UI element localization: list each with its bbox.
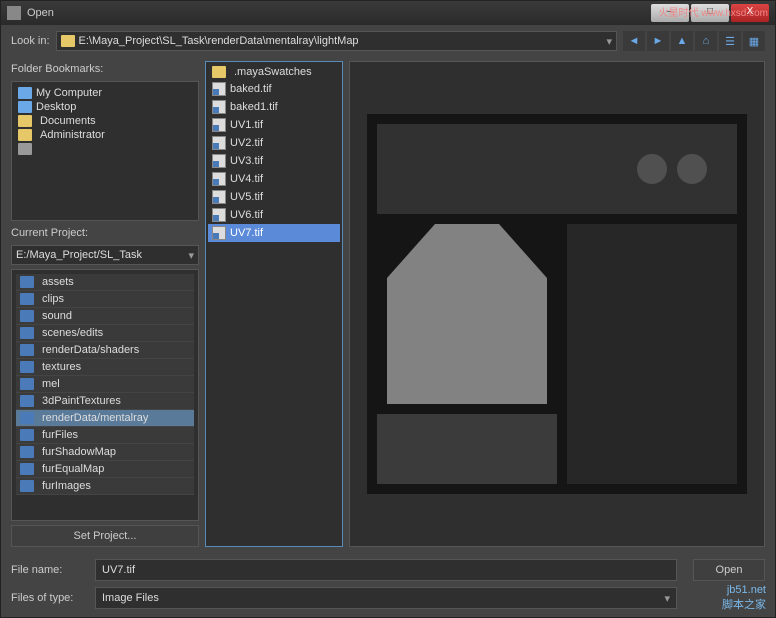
image-preview <box>367 114 747 494</box>
nav-up-button[interactable]: ▲ <box>671 31 693 51</box>
files-of-type-label: Files of type: <box>11 592 87 604</box>
view-list-button[interactable]: ☰ <box>719 31 741 51</box>
bookmark-administrator[interactable]: Administrator <box>16 128 194 142</box>
tif-icon <box>212 118 226 132</box>
watermark-bottom: jb51.net 脚本之家 <box>722 584 766 612</box>
chevron-down-icon[interactable]: ▾ <box>606 35 612 48</box>
tif-icon <box>212 136 226 150</box>
bookmark-empty[interactable] <box>16 142 194 156</box>
folder-icon <box>212 66 226 78</box>
tif-icon <box>212 208 226 222</box>
folder-icon <box>18 129 32 141</box>
tif-icon <box>212 154 226 168</box>
folder-icon <box>20 344 34 356</box>
folder-icon <box>20 463 34 475</box>
file-name-input[interactable] <box>95 559 677 581</box>
file-item[interactable]: baked.tif <box>208 80 340 98</box>
file-item[interactable]: UV1.tif <box>208 116 340 134</box>
chevron-down-icon: ▾ <box>664 592 670 605</box>
folder-icon <box>20 395 34 407</box>
chevron-down-icon[interactable]: ▾ <box>188 249 194 262</box>
desktop-icon <box>18 101 32 113</box>
bookmark-documents[interactable]: Documents <box>16 114 194 128</box>
tif-icon <box>212 190 226 204</box>
watermark-top: 火星时代 www.hxsd.com <box>659 4 768 19</box>
project-item[interactable]: scenes/edits <box>16 325 194 342</box>
project-item[interactable]: mel <box>16 376 194 393</box>
project-item[interactable]: textures <box>16 359 194 376</box>
open-button[interactable]: Open <box>693 559 765 581</box>
folder-icon <box>61 35 75 47</box>
nav-back-button[interactable]: ◄ <box>623 31 645 51</box>
folder-icon <box>18 143 32 155</box>
project-item[interactable]: furEqualMap <box>16 461 194 478</box>
file-list[interactable]: .mayaSwatchesbaked.tifbaked1.tifUV1.tifU… <box>205 61 343 547</box>
folder-icon <box>20 412 34 424</box>
folder-icon <box>20 327 34 339</box>
folder-icon <box>20 378 34 390</box>
set-project-button[interactable]: Set Project... <box>11 525 199 547</box>
preview-panel <box>349 61 765 547</box>
tif-icon <box>212 100 226 114</box>
folder-icon <box>20 480 34 492</box>
file-item[interactable]: UV2.tif <box>208 134 340 152</box>
tif-icon <box>212 226 226 240</box>
folder-icon <box>20 429 34 441</box>
file-item[interactable]: UV7.tif <box>208 224 340 242</box>
project-item[interactable]: 3dPaintTextures <box>16 393 194 410</box>
file-item[interactable]: .mayaSwatches <box>208 64 340 80</box>
bookmark-my-computer[interactable]: My Computer <box>16 86 194 100</box>
open-dialog: Open – □ X Look in: E:\Maya_Project\SL_T… <box>0 0 776 618</box>
bookmarks-label: Folder Bookmarks: <box>11 61 199 77</box>
file-item[interactable]: UV5.tif <box>208 188 340 206</box>
folder-icon <box>18 115 32 127</box>
lookin-label: Look in: <box>11 35 50 47</box>
file-item[interactable]: UV4.tif <box>208 170 340 188</box>
file-item[interactable]: baked1.tif <box>208 98 340 116</box>
project-item[interactable]: furShadowMap <box>16 444 194 461</box>
lookin-path-field[interactable]: E:\Maya_Project\SL_Task\renderData\menta… <box>56 31 617 51</box>
window-title: Open <box>27 7 54 19</box>
tif-icon <box>212 172 226 186</box>
nav-home-button[interactable]: ⌂ <box>695 31 717 51</box>
folder-icon <box>20 446 34 458</box>
file-name-label: File name: <box>11 564 87 576</box>
computer-icon <box>18 87 32 99</box>
file-item[interactable]: UV3.tif <box>208 152 340 170</box>
bookmark-desktop[interactable]: Desktop <box>16 100 194 114</box>
folder-icon <box>20 361 34 373</box>
nav-forward-button[interactable]: ► <box>647 31 669 51</box>
folder-icon <box>20 310 34 322</box>
lookin-path: E:\Maya_Project\SL_Task\renderData\menta… <box>79 35 359 47</box>
file-item[interactable]: UV6.tif <box>208 206 340 224</box>
files-of-type-select[interactable]: Image Files ▾ <box>95 587 677 609</box>
project-item[interactable]: furImages <box>16 478 194 495</box>
current-project-label: Current Project: <box>11 225 199 241</box>
project-item[interactable]: clips <box>16 291 194 308</box>
folder-icon <box>20 293 34 305</box>
project-item[interactable]: assets <box>16 274 194 291</box>
project-item[interactable]: furFiles <box>16 427 194 444</box>
tif-icon <box>212 82 226 96</box>
project-item[interactable]: sound <box>16 308 194 325</box>
project-item[interactable]: renderData/mentalray <box>16 410 194 427</box>
folder-icon <box>20 276 34 288</box>
project-item[interactable]: renderData/shaders <box>16 342 194 359</box>
app-icon <box>7 6 21 20</box>
current-project-field[interactable]: E:/Maya_Project/SL_Task ▾ <box>11 245 199 265</box>
bookmarks-panel: My Computer Desktop Documents Administra… <box>11 81 199 221</box>
view-thumb-button[interactable]: ▦ <box>743 31 765 51</box>
project-tree[interactable]: assetsclipssoundscenes/editsrenderData/s… <box>11 269 199 521</box>
